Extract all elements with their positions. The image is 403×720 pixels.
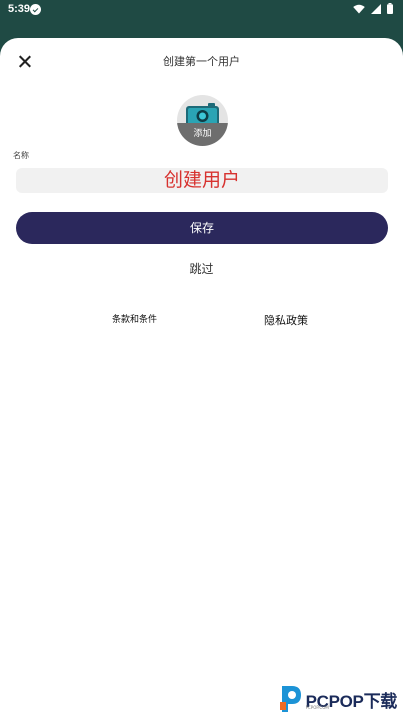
terms-link[interactable]: 条款和条件 [112,312,157,325]
watermark-subtitle: PCPOP.COM [305,705,329,710]
watermark: PCPOP下载 PCPOP.COM [278,684,397,714]
save-button[interactable]: 保存 [16,212,388,244]
pcpop-logo-icon [279,686,301,712]
name-label: 名称 [13,151,29,160]
avatar-add-button[interactable]: 添加 [177,95,228,146]
name-input[interactable]: 创建用户 [16,168,388,193]
wifi-icon [353,4,365,13]
status-time: 5:39 [8,3,31,15]
page-title: 创建第一个用户 [163,55,240,68]
app-check-icon [30,4,41,15]
privacy-link[interactable]: 隐私政策 [264,312,308,328]
battery-icon [387,3,393,14]
status-icons [353,3,393,14]
create-user-sheet: 创建第一个用户 添加 名称 创建用户 保存 跳过 条款和条件 隐私政策 PCPO… [0,38,403,720]
avatar-add-label: 添加 [193,129,212,139]
status-bar: 5:39 [0,0,403,22]
skip-link[interactable]: 跳过 [0,260,403,277]
signal-icon [371,3,381,14]
